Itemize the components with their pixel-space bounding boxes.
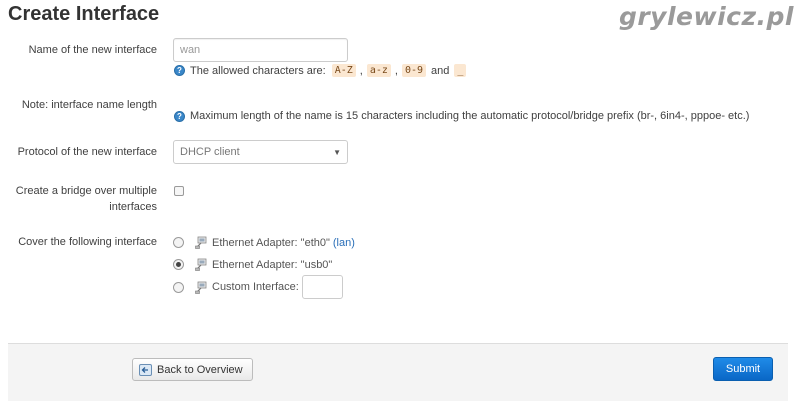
form-footer <box>8 343 788 401</box>
cover-interface-label: Cover the following interface <box>18 236 157 248</box>
bridge-label: Create a bridge over multiple interfaces <box>7 183 157 215</box>
protocol-selected-value: DHCP client <box>180 146 240 158</box>
usb0-label: Ethernet Adapter: "usb0" <box>212 258 333 271</box>
chevron-down-icon: ▼ <box>333 147 341 157</box>
radio-eth0[interactable] <box>173 237 184 248</box>
custom-interface-label: Custom Interface: <box>212 281 299 293</box>
lan-link[interactable]: (lan) <box>333 237 355 249</box>
cover-option-usb0: Ethernet Adapter: "usb0" <box>173 258 332 271</box>
interface-name-input[interactable] <box>173 38 348 62</box>
cover-option-eth0: Ethernet Adapter: "eth0" (lan) <box>173 236 355 249</box>
bridge-label-line2: interfaces <box>109 201 157 213</box>
ethernet-icon <box>195 258 207 271</box>
name-length-help-text: Maximum length of the name is 15 charact… <box>190 110 750 122</box>
help-icon: ? <box>174 110 185 122</box>
eth0-label: Ethernet Adapter: "eth0" <box>212 236 330 249</box>
bridge-label-line1: Create a bridge over multiple <box>15 185 157 197</box>
back-arrow-icon <box>139 363 152 376</box>
separator: , <box>394 64 398 77</box>
radio-usb0[interactable] <box>173 259 184 270</box>
protocol-select[interactable]: DHCP client ▼ <box>173 140 348 164</box>
name-length-help: ? Maximum length of the name is 15 chara… <box>174 110 749 122</box>
ethernet-icon <box>195 281 207 294</box>
page-title: Create Interface <box>8 3 160 25</box>
name-help-text: The allowed characters are: <box>190 64 326 77</box>
char-class-lowercase: a-z <box>366 64 391 77</box>
help-icon: ? <box>174 65 185 76</box>
protocol-label: Protocol of the new interface <box>17 146 157 158</box>
char-class-underscore: _ <box>454 64 467 77</box>
back-to-overview-button[interactable]: Back to Overview <box>132 358 253 381</box>
bridge-checkbox[interactable] <box>174 186 184 196</box>
submit-button[interactable]: Submit <box>713 357 773 381</box>
char-class-digits: 0-9 <box>401 64 427 77</box>
cover-option-custom: Custom Interface: <box>173 275 343 299</box>
back-button-label: Back to Overview <box>157 363 243 376</box>
name-length-note-label: Note: interface name length <box>21 99 157 111</box>
custom-interface-input[interactable] <box>301 275 343 299</box>
watermark: grylewicz.pl <box>618 2 794 31</box>
radio-custom[interactable] <box>173 281 184 293</box>
name-help: ? The allowed characters are: A-Z , a-z … <box>174 64 468 77</box>
submit-button-label: Submit <box>725 363 761 375</box>
interface-name-label: Name of the new interface <box>28 44 157 56</box>
separator: , <box>359 64 363 77</box>
and-word: and <box>431 64 450 77</box>
ethernet-icon <box>195 236 207 249</box>
char-class-uppercase: A-Z <box>331 64 356 77</box>
